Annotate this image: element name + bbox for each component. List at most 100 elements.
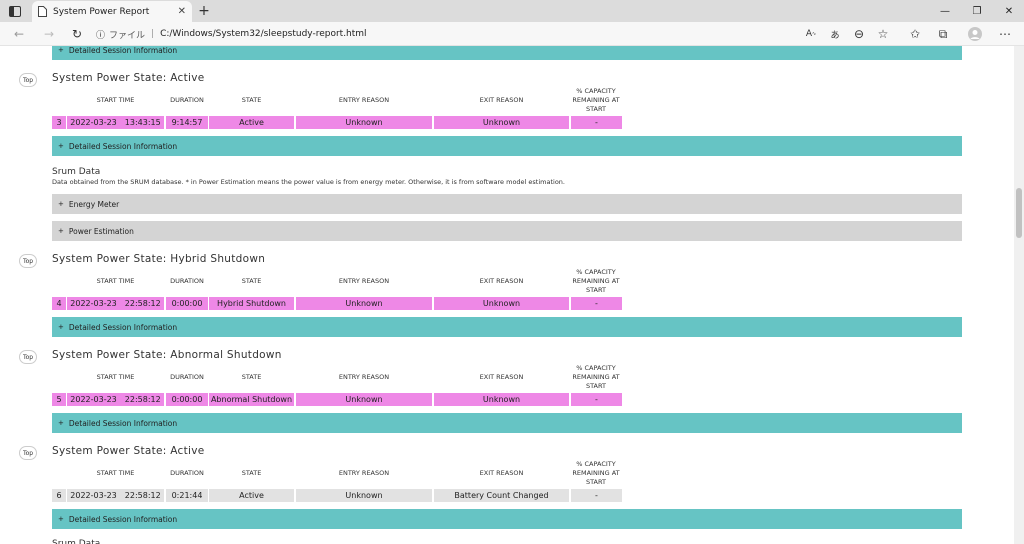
address-scheme-label: ファイル	[109, 30, 146, 41]
column-header: % CAPACITY REMAINING AT START	[572, 460, 620, 486]
column-header: STATE	[241, 96, 262, 104]
expand-icon: +	[58, 419, 64, 427]
column-header: EXIT REASON	[479, 469, 524, 477]
expand-icon: +	[58, 142, 64, 150]
start-time: 22:58:12	[124, 299, 161, 308]
browser-tab[interactable]: System Power Report ✕	[32, 1, 192, 22]
detailed-session-bar-prev[interactable]: + Detailed Session Information	[52, 46, 962, 60]
scrollbar-thumb[interactable]	[1016, 188, 1022, 238]
column-header: START TIME	[96, 469, 135, 477]
table-cell: 0:00:00	[166, 393, 208, 406]
table-row: 4 2022-03-23 22:58:12 0:00:00 Hybrid Shutdow…	[52, 297, 632, 310]
start-date: 2022-03-23	[70, 395, 117, 404]
browser-toolbar: ← → ↻ ⓘ ファイル | C:/Windows/System32/sleep…	[0, 22, 1024, 46]
section-title: System Power State: Active	[52, 445, 205, 457]
expand-icon: +	[58, 323, 64, 331]
info-icon[interactable]: ⓘ	[96, 28, 105, 41]
top-button[interactable]: Top	[19, 350, 37, 364]
address-separator: |	[151, 29, 155, 39]
page-scrollbar[interactable]	[1014, 46, 1024, 544]
title-bar: System Power Report ✕ + — ❐ ✕	[0, 0, 1024, 22]
table-cell: -	[571, 297, 622, 310]
favorites-icon[interactable]: ✩	[906, 25, 924, 43]
column-header: EXIT REASON	[479, 277, 524, 285]
bar-label: Power Estimation	[68, 226, 134, 236]
tab-close-icon[interactable]: ✕	[178, 6, 186, 17]
tab-title: System Power Report	[53, 6, 150, 17]
detailed-session-label: Detailed Session Information	[68, 514, 178, 524]
collections-icon[interactable]: ⧉	[934, 25, 952, 43]
expand-icon: +	[58, 227, 64, 235]
table-row: 5 2022-03-23 22:58:12 0:00:00 Abnormal Shutd…	[52, 393, 632, 406]
tab-actions-icon[interactable]	[6, 3, 24, 19]
table-cell: 2022-03-23 22:58:12	[67, 297, 164, 310]
column-header: % CAPACITY REMAINING AT START	[572, 364, 620, 390]
table-cell: 4	[52, 297, 66, 310]
translate-icon[interactable]: あ	[826, 25, 844, 43]
detailed-session-bar[interactable]: + Detailed Session Information	[52, 317, 962, 337]
detailed-session-bar[interactable]: + Detailed Session Information	[52, 136, 962, 156]
table-cell: 2022-03-23 22:58:12	[67, 489, 164, 502]
section-title: System Power State: Hybrid Shutdown	[52, 253, 266, 265]
column-header: START TIME	[96, 96, 135, 104]
top-button[interactable]: Top	[19, 254, 37, 268]
column-header: ENTRY REASON	[338, 277, 390, 285]
expand-icon: +	[58, 515, 64, 523]
zoom-icon[interactable]: ⊖	[850, 25, 868, 43]
start-time: 22:58:12	[124, 395, 161, 404]
table-cell: Unknown	[296, 393, 432, 406]
table-cell: 2022-03-23 13:43:15	[67, 116, 164, 129]
column-header: DURATION	[170, 277, 204, 285]
column-header: START TIME	[96, 373, 135, 381]
detailed-session-bar[interactable]: + Detailed Session Information	[52, 509, 962, 529]
table-cell: Battery Count Changed	[434, 489, 569, 502]
table-row: 3 2022-03-23 13:43:15 9:14:57 Active Unknown U…	[52, 116, 632, 129]
new-tab-button[interactable]: +	[196, 2, 212, 20]
read-aloud-icon[interactable]: A ∿	[802, 25, 820, 43]
start-date: 2022-03-23	[70, 299, 117, 308]
power-estimation-bar[interactable]: + Power Estimation	[52, 221, 962, 241]
detailed-session-bar[interactable]: + Detailed Session Information	[52, 413, 962, 433]
energy-meter-bar[interactable]: + Energy Meter	[52, 194, 962, 214]
table-row: 6 2022-03-23 22:58:12 0:21:44 Active Unknown B…	[52, 489, 632, 502]
column-header: ENTRY REASON	[338, 373, 390, 381]
srum-title-next: Srum Data	[52, 539, 101, 544]
table-cell: 0:00:00	[166, 297, 208, 310]
top-button[interactable]: Top	[19, 446, 37, 460]
url-text: C:/Windows/System32/sleepstudy-report.ht…	[160, 29, 367, 39]
srum-title: Srum Data	[52, 167, 101, 177]
column-header: ENTRY REASON	[338, 96, 390, 104]
more-options-icon[interactable]: ⋯	[996, 25, 1014, 43]
column-header: % CAPACITY REMAINING AT START	[572, 87, 620, 113]
column-header: DURATION	[170, 373, 204, 381]
section-title: System Power State: Active	[52, 72, 205, 84]
table-cell: -	[571, 489, 622, 502]
column-header: DURATION	[170, 96, 204, 104]
start-date: 2022-03-23	[70, 491, 117, 500]
reload-icon[interactable]: ↻	[68, 25, 86, 43]
column-header: ENTRY REASON	[338, 469, 390, 477]
table-cell: -	[571, 393, 622, 406]
table-cell: Unknown	[296, 297, 432, 310]
table-cell: 6	[52, 489, 66, 502]
section-title: System Power State: Abnormal Shutdown	[52, 349, 282, 361]
table-cell: Unknown	[434, 116, 569, 129]
profile-avatar[interactable]	[966, 25, 984, 43]
table-cell: 3	[52, 116, 66, 129]
detailed-session-label: Detailed Session Information	[68, 141, 178, 151]
back-icon[interactable]: ←	[10, 25, 28, 43]
minimize-icon[interactable]: —	[930, 0, 960, 22]
address-bar[interactable]: ⓘ ファイル | C:/Windows/System32/sleepstudy-…	[96, 25, 496, 43]
table-cell: -	[571, 116, 622, 129]
start-time: 22:58:12	[124, 491, 161, 500]
close-window-icon[interactable]: ✕	[994, 0, 1024, 22]
maximize-icon[interactable]: ❐	[962, 0, 992, 22]
bar-label: Energy Meter	[68, 199, 120, 209]
srum-description: Data obtained from the SRUM database. * …	[52, 178, 565, 186]
table-cell: Active	[209, 489, 294, 502]
column-header: START TIME	[96, 277, 135, 285]
forward-icon[interactable]: →	[40, 25, 58, 43]
table-cell: 9:14:57	[166, 116, 208, 129]
top-button[interactable]: Top	[19, 73, 37, 87]
favorite-add-icon[interactable]: ☆	[874, 25, 892, 43]
